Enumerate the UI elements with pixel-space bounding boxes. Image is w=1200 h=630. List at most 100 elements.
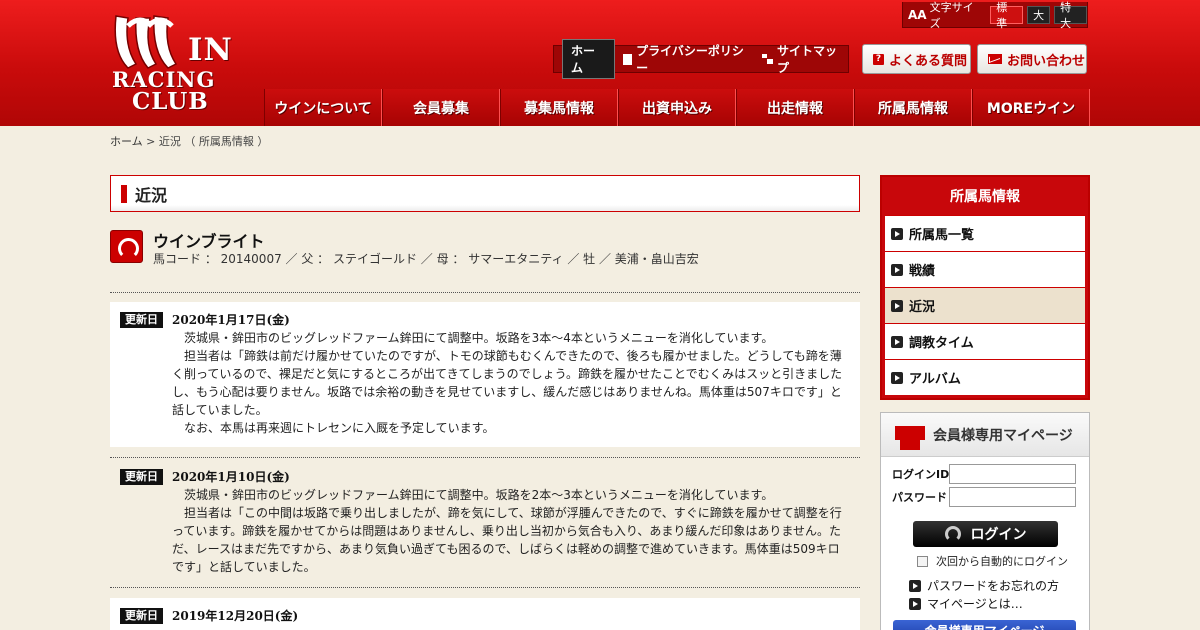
faq-label: よくある質問 — [889, 53, 968, 69]
sidebar-item-label: 戦績 — [909, 264, 936, 279]
entry-paragraph: 担当者は「蹄鉄は前だけ履かせていたのですが、トモの球節もむくんできたので、後ろも… — [172, 349, 843, 417]
jersey-icon — [895, 420, 925, 450]
horse-info: 馬コード ： 20140007 ／ 父 ： ステイゴールド ／ 母 ： サマーエ… — [153, 252, 699, 266]
forgot-password-label: パスワードをお忘れの方 — [927, 579, 1060, 593]
entry-paragraph: なお、本馬は再来週にトレセンに入厩を予定しています。 — [184, 421, 495, 435]
divider — [110, 457, 860, 458]
arrow-right-icon — [909, 579, 921, 592]
logo-text-in: IN — [188, 32, 233, 68]
update-date-badge: 更新日 — [120, 608, 163, 624]
nav-more-win[interactable]: MOREウイン — [972, 89, 1090, 126]
login-title: 会員様専用マイページ — [933, 427, 1073, 444]
privacy-policy-label: プライバシーポリシー — [636, 44, 744, 75]
nav-membership[interactable]: 会員募集 — [382, 89, 500, 126]
auto-login-option[interactable]: 次回から自動的にログイン — [917, 553, 1068, 569]
sidebar-item-recent-news[interactable]: 近況 — [885, 287, 1085, 323]
horseshoe-icon — [944, 526, 961, 542]
sitemap-label: サイトマップ — [776, 44, 837, 75]
faq-button[interactable]: ? よくある質問 — [862, 44, 971, 74]
login-button-label: ログイン — [970, 527, 1027, 543]
sidebar-item-race-record[interactable]: 戦績 — [885, 251, 1085, 287]
site-header: IN RACING CLUB AA 文字サイズ 標準 大 特大 ホーム プライバ… — [0, 0, 1200, 126]
arrow-right-icon — [891, 299, 903, 312]
auto-login-checkbox[interactable] — [917, 555, 928, 567]
about-mypage-label: マイページとは… — [927, 597, 1023, 611]
about-mypage-link[interactable]: マイページとは… — [909, 595, 1023, 612]
sidebar-item-label: 近況 — [909, 300, 936, 315]
update-entry: 更新日 2019年12月20日(金) — [110, 598, 860, 630]
nav-owned-horses[interactable]: 所属馬情報 — [854, 89, 972, 126]
sitemap-link[interactable]: サイトマップ — [762, 42, 848, 76]
mypage-button[interactable]: 会員様専用マイページ — [893, 620, 1076, 630]
font-size-icon: AA — [908, 7, 927, 22]
breadcrumb-separator: > — [142, 135, 159, 148]
password-label: パスワード — [892, 491, 947, 504]
site-logo[interactable]: IN RACING CLUB — [110, 12, 245, 115]
login-id-input[interactable] — [949, 464, 1076, 484]
divider — [110, 292, 860, 293]
breadcrumb-home-link[interactable]: ホーム — [110, 135, 143, 148]
arrow-right-icon — [891, 263, 903, 276]
sidebar: 所属馬情報 所属馬一覧 戦績 近況 調教タイム アルバム 会員様専用マイページ … — [880, 175, 1090, 630]
horseshoe-icon — [110, 230, 143, 263]
font-size-large-button[interactable]: 大 — [1027, 5, 1051, 24]
contact-button[interactable]: お問い合わせ — [977, 44, 1087, 74]
sitemap-icon — [762, 54, 773, 64]
main-nav: ウインについて 会員募集 募集馬情報 出資申込み 出走情報 所属馬情報 MORE… — [264, 89, 1090, 126]
update-date: 2020年1月10日(金) — [172, 470, 290, 484]
breadcrumb: ホーム > 近況 （ 所属馬情報 ） — [110, 133, 268, 149]
font-size-label: AA 文字サイズ — [908, 0, 980, 31]
contact-label: お問い合わせ — [1007, 53, 1086, 69]
member-login-box: 会員様専用マイページ ログインID パスワード ログイン 次回から自動的にログイ… — [880, 412, 1090, 630]
password-row: パスワード — [892, 487, 1076, 507]
login-header: 会員様専用マイページ — [881, 413, 1089, 457]
question-icon: ? — [873, 53, 884, 65]
entry-paragraph: 茨城県・鉾田市のビッグレッドファーム鉾田にて調整中。坂路を3本～4本というメニュ… — [184, 331, 774, 345]
sidebar-item-label: 所属馬一覧 — [909, 228, 975, 243]
update-entry: 更新日 2020年1月10日(金) 茨城県・鉾田市のビッグレッドファーム鉾田にて… — [110, 459, 860, 584]
arrow-right-icon — [891, 371, 903, 384]
nav-about[interactable]: ウインについて — [264, 89, 382, 126]
sidebar-item-label: 調教タイム — [909, 336, 974, 351]
document-icon — [623, 53, 633, 65]
update-date-badge: 更新日 — [120, 469, 163, 485]
sidebar-item-training-times[interactable]: 調教タイム — [885, 323, 1085, 359]
font-size-label-text: 文字サイズ — [929, 0, 974, 30]
sidebar-item-album[interactable]: アルバム — [885, 359, 1085, 395]
forgot-password-link[interactable]: パスワードをお忘れの方 — [909, 577, 1059, 594]
font-size-switcher: AA 文字サイズ 標準 大 特大 — [902, 0, 1088, 31]
divider — [110, 587, 860, 588]
nav-investment-application[interactable]: 出資申込み — [618, 89, 736, 126]
utility-nav: ホーム プライバシーポリシー サイトマップ — [553, 39, 849, 79]
font-size-normal-button[interactable]: 標準 — [990, 1, 1024, 30]
logo-text-club: CLUB — [132, 88, 209, 115]
sidebar-item-horse-list[interactable]: 所属馬一覧 — [885, 215, 1085, 251]
auto-login-label: 次回から自動的にログイン — [936, 555, 1068, 568]
password-input[interactable] — [949, 487, 1076, 507]
arrow-right-icon — [909, 597, 921, 610]
sidebar-item-label: アルバム — [909, 372, 961, 387]
update-date: 2020年1月17日(金) — [172, 313, 290, 327]
font-size-xlarge-button[interactable]: 特大 — [1054, 1, 1087, 30]
arrow-right-icon — [891, 335, 903, 348]
home-link[interactable]: ホーム — [562, 39, 616, 79]
section-title-text: 近況 — [135, 185, 168, 205]
privacy-policy-link[interactable]: プライバシーポリシー — [623, 42, 754, 76]
main-content: 近況 ウインブライト 馬コード ： 20140007 ／ 父 ： ステイゴールド… — [110, 175, 860, 630]
horse-info-menu: 所属馬情報 所属馬一覧 戦績 近況 調教タイム アルバム — [880, 175, 1090, 400]
nav-race-info[interactable]: 出走情報 — [736, 89, 854, 126]
update-date: 2019年12月20日(金) — [172, 609, 299, 623]
login-button[interactable]: ログイン — [913, 521, 1058, 547]
login-id-row: ログインID — [892, 464, 1076, 484]
entry-paragraph: 担当者は「この中間は坂路で乗り出しましたが、蹄を気にして、球節が浮腫んできたので… — [172, 506, 842, 574]
login-id-label: ログインID — [892, 468, 950, 481]
title-accent-bar — [121, 184, 127, 203]
horseshoe-logo-icon — [114, 15, 178, 69]
horse-name: ウインブライト — [153, 232, 265, 251]
section-title: 近況 — [110, 175, 860, 212]
update-date-badge: 更新日 — [120, 312, 163, 328]
arrow-right-icon — [891, 227, 903, 240]
update-entry: 更新日 2020年1月17日(金) 茨城県・鉾田市のビッグレッドファーム鉾田にて… — [110, 302, 860, 447]
nav-offered-horses[interactable]: 募集馬情報 — [500, 89, 618, 126]
breadcrumb-current: 近況 （ 所属馬情報 ） — [158, 135, 269, 148]
